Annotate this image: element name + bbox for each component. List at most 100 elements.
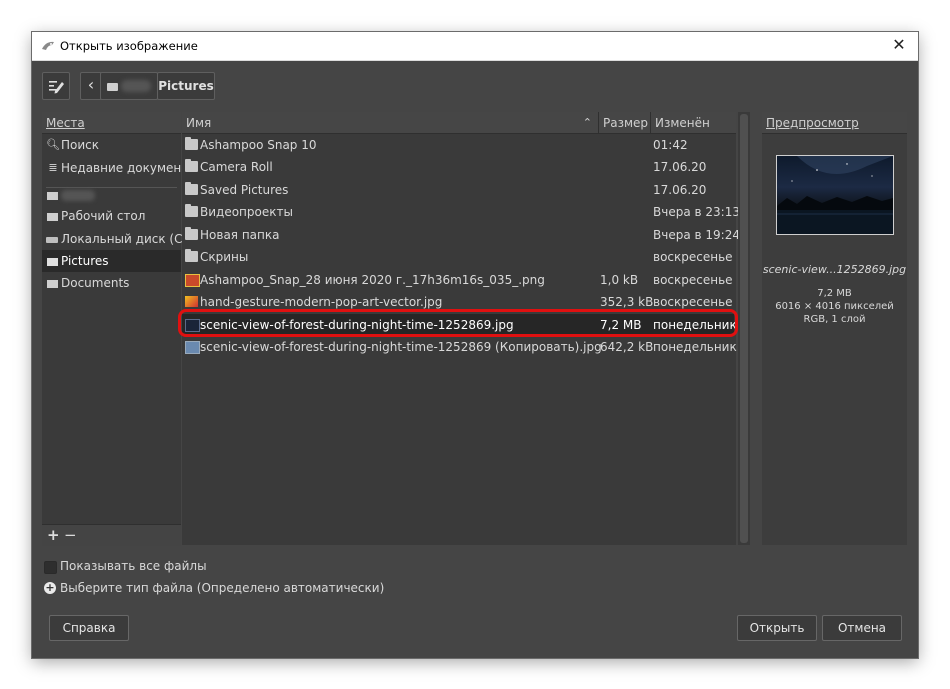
open-button-label: Открыть: [749, 621, 805, 635]
file-size: 7,2 MB: [600, 318, 642, 332]
file-name: Видеопроекты: [200, 205, 293, 219]
path-segment-user[interactable]: [100, 72, 158, 100]
file-row[interactable]: Ashampoo Snap 10 01:42: [182, 134, 734, 156]
preview-mode: RGB, 1 слой: [803, 314, 866, 325]
title-bar: Открыть изображение ✕: [32, 32, 918, 61]
preview-thumbnail: [776, 155, 894, 235]
column-header-name[interactable]: Имя ⌃: [182, 112, 599, 134]
folder-icon: [47, 280, 58, 288]
file-name: scenic-view-of-forest-during-night-time-…: [200, 318, 514, 332]
file-modified: 01:42: [653, 138, 688, 152]
file-name: Saved Pictures: [200, 183, 289, 197]
help-button[interactable]: Справка: [49, 615, 129, 641]
preview-size: 7,2 MB: [817, 288, 852, 299]
file-row[interactable]: scenic-view-of-forest-during-night-time-…: [182, 336, 737, 358]
folder-icon: [185, 249, 198, 262]
file-row-selected[interactable]: scenic-view-of-forest-during-night-time-…: [182, 314, 737, 336]
file-modified: понедельник: [653, 318, 737, 332]
file-name: Ashampoo Snap 10: [200, 138, 317, 152]
place-recent[interactable]: ≣ Недавние докумен...: [42, 157, 192, 179]
blurred-user-name: [121, 80, 151, 92]
place-label: Недавние докумен...: [61, 161, 193, 175]
file-modified: воскресенье: [653, 295, 733, 309]
files-panel: Имя ⌃ Размер Изменён Ashampoo Snap 10 01…: [182, 112, 740, 545]
file-name: Ashampoo_Snap_28 июня 2020 г._17h36m16s_…: [200, 273, 545, 287]
preview-header-label: Предпросмотр: [766, 116, 859, 130]
path-back-button[interactable]: ‹: [80, 72, 102, 100]
place-pictures[interactable]: Pictures: [42, 250, 181, 272]
file-modified: 17.06.20: [653, 183, 707, 197]
path-segment-pictures[interactable]: Pictures: [157, 72, 215, 100]
file-name: Скрины: [200, 250, 249, 264]
file-list-scrollbar[interactable]: [738, 112, 750, 545]
file-size: 1,0 kB: [600, 273, 639, 287]
folder-icon: [185, 137, 198, 150]
places-footer: + −: [42, 524, 181, 546]
cancel-button[interactable]: Отмена: [822, 615, 902, 641]
image-file-icon: [185, 341, 200, 354]
expand-plus-icon: +: [44, 581, 56, 594]
folder-icon: [47, 258, 58, 266]
help-button-label: Справка: [62, 621, 116, 635]
close-icon[interactable]: ✕: [884, 32, 914, 60]
file-row[interactable]: Скрины воскресенье: [182, 246, 734, 268]
show-all-files-label: Показывать все файлы: [60, 559, 207, 573]
place-search[interactable]: 🔍︎ Поиск: [42, 134, 181, 156]
place-label: Рабочий стол: [61, 209, 146, 223]
preview-header: Предпросмотр: [762, 112, 907, 134]
search-icon: 🔍︎: [46, 138, 60, 151]
column-header-size[interactable]: Размер: [599, 112, 651, 134]
edit-location-icon: [49, 81, 64, 94]
window-title: Открыть изображение: [60, 39, 198, 53]
file-list: Ashampoo Snap 10 01:42 Camera Roll 17.06…: [182, 134, 740, 545]
place-label: Поиск: [61, 138, 100, 152]
place-desktop[interactable]: Рабочий стол: [42, 205, 181, 227]
file-name: Новая папка: [200, 228, 280, 242]
file-size: 352,3 kB: [600, 295, 654, 309]
show-all-files-checkbox[interactable]: [44, 561, 57, 574]
remove-place-button[interactable]: −: [64, 525, 77, 545]
cancel-button-label: Отмена: [837, 621, 887, 635]
file-row[interactable]: Видеопроекты Вчера в 23:13: [182, 201, 740, 223]
open-image-dialog: Открыть изображение ✕ ‹ Pictures Места 🔍…: [32, 32, 918, 658]
column-name-label: Имя: [186, 116, 212, 130]
file-name: scenic-view-of-forest-during-night-time-…: [200, 340, 602, 354]
file-type-label: Выберите тип файла (Определено автоматич…: [60, 581, 385, 595]
folder-icon: [185, 227, 198, 240]
edit-location-button[interactable]: [42, 72, 70, 100]
file-modified: воскресенье: [653, 273, 733, 287]
file-name: hand-gesture-modern-pop-art-vector.jpg: [200, 295, 443, 309]
file-row[interactable]: Новая папка Вчера в 19:24: [182, 224, 740, 246]
night-forest-image: [777, 156, 893, 234]
place-user-home[interactable]: [42, 184, 181, 206]
places-header-label: Места: [46, 116, 85, 130]
folder-icon: [185, 182, 198, 195]
folder-icon: [107, 83, 118, 91]
file-modified: Вчера в 19:24: [653, 228, 740, 242]
file-row[interactable]: Camera Roll 17.06.20: [182, 156, 734, 178]
column-modified-label: Изменён: [655, 116, 710, 130]
chevron-left-icon: ‹: [87, 75, 95, 94]
sort-ascending-icon: ⌃: [582, 116, 592, 129]
folder-icon: [185, 159, 198, 172]
column-header-modified[interactable]: Изменён: [651, 112, 736, 134]
file-row[interactable]: Ashampoo_Snap_28 июня 2020 г._17h36m16s_…: [182, 269, 734, 291]
file-modified: 17.06.20: [653, 160, 707, 174]
add-place-button[interactable]: +: [47, 525, 60, 545]
place-documents[interactable]: Documents: [42, 272, 181, 294]
folder-icon: [47, 213, 58, 221]
file-name: Camera Roll: [200, 160, 273, 174]
file-row[interactable]: hand-gesture-modern-pop-art-vector.jpg 3…: [182, 291, 734, 313]
open-button[interactable]: Открыть: [737, 615, 817, 641]
folder-icon: [47, 192, 58, 200]
file-modified: понедельник: [653, 340, 737, 354]
folder-icon: [185, 204, 198, 217]
scrollbar-thumb[interactable]: [740, 114, 748, 543]
place-local-disk[interactable]: Локальный диск (C:): [42, 228, 191, 250]
file-size: 642,2 kB: [600, 340, 654, 354]
places-panel: Места 🔍︎ Поиск ≣ Недавние докумен... Раб…: [42, 112, 193, 546]
blurred-user-name: [61, 190, 95, 201]
preview-panel: Предпросмотр scenic-view...1252869.jpg 7…: [762, 112, 907, 545]
preview-filename: scenic-view...1252869.jpg: [762, 263, 907, 276]
file-row[interactable]: Saved Pictures 17.06.20: [182, 179, 734, 201]
